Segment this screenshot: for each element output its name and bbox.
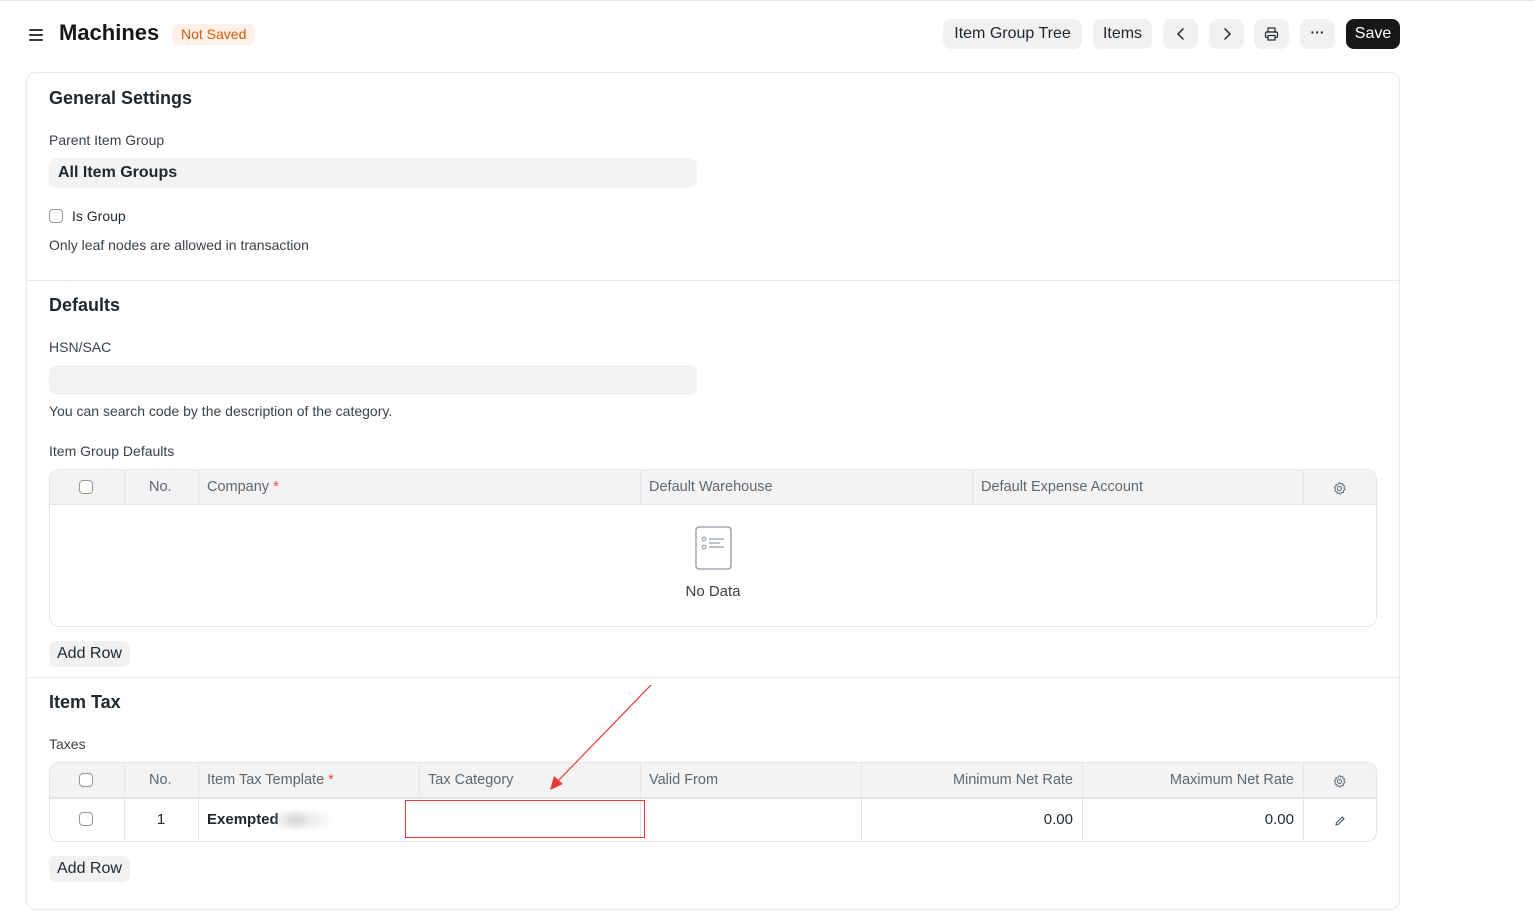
select-all-checkbox[interactable]: [79, 773, 93, 787]
column-header-default-warehouse: Default Warehouse: [649, 479, 773, 495]
hamburger-menu-icon[interactable]: [27, 26, 45, 42]
table-header: No. Item Tax Template * Tax Category Val…: [50, 763, 1376, 798]
chevron-left-icon: [1176, 28, 1184, 40]
column-header-company-label: Company: [207, 479, 270, 495]
valid-from-cell[interactable]: [649, 798, 859, 841]
next-record-button[interactable]: [1209, 19, 1244, 49]
minimum-net-rate-cell[interactable]: 0.00: [870, 798, 1073, 841]
is-group-label: Is Group: [72, 208, 126, 224]
taxes-table: No. Item Tax Template * Tax Category Val…: [49, 762, 1377, 842]
save-button[interactable]: Save: [1346, 19, 1400, 49]
section-title-defaults: Defaults: [49, 295, 121, 315]
column-divider: [124, 470, 125, 504]
item-group-defaults-table: No. Company * Default Warehouse Default …: [49, 469, 1377, 627]
column-header-item-tax-template: Item Tax Template *: [207, 763, 334, 797]
item-group-defaults-label: Item Group Defaults: [49, 443, 175, 459]
add-row-button-defaults[interactable]: Add Row: [49, 641, 130, 667]
hsn-sac-label: HSN/SAC: [49, 339, 112, 355]
section-title-general-settings: General Settings: [49, 88, 193, 108]
hsn-sac-help-text: You can search code by the description o…: [49, 403, 393, 419]
required-asterisk: *: [273, 479, 279, 495]
is-group-help-text: Only leaf nodes are allowed in transacti…: [49, 237, 309, 253]
gear-icon[interactable]: [1332, 481, 1347, 496]
column-header-no: No.: [149, 479, 172, 495]
is-group-checkbox[interactable]: [49, 209, 63, 223]
print-button[interactable]: [1254, 19, 1289, 49]
column-divider: [1082, 798, 1083, 841]
taxes-label: Taxes: [49, 736, 86, 752]
item-group-tree-button[interactable]: Item Group Tree: [943, 19, 1082, 49]
column-header-tax-category: Tax Category: [428, 772, 514, 788]
section-divider: [27, 280, 1399, 281]
item-tax-template-cell[interactable]: Exempted: [207, 798, 417, 841]
column-divider: [640, 470, 641, 504]
parent-item-group-input[interactable]: All Item Groups: [49, 158, 697, 188]
no-data-text: No Data: [685, 583, 741, 600]
row-select-checkbox[interactable]: [79, 812, 93, 826]
column-divider: [198, 470, 199, 504]
redacted-text: [274, 813, 335, 828]
maximum-net-rate-cell[interactable]: 0.00: [1091, 798, 1294, 841]
table-header: No. Company * Default Warehouse Default …: [50, 470, 1376, 505]
select-all-checkbox[interactable]: [79, 480, 93, 494]
column-divider: [198, 798, 199, 841]
parent-item-group-label: Parent Item Group: [49, 132, 165, 148]
column-divider: [640, 798, 641, 841]
tax-category-cell[interactable]: [428, 798, 638, 841]
section-divider: [27, 677, 1399, 678]
more-actions-button[interactable]: ···: [1300, 19, 1335, 49]
column-divider: [419, 763, 420, 797]
column-divider: [1082, 763, 1083, 797]
table-row[interactable]: 1 Exempted 0.00 0.00: [50, 798, 1376, 841]
gear-icon[interactable]: [1332, 774, 1347, 789]
edit-pencil-icon[interactable]: [1334, 815, 1346, 827]
hsn-sac-input[interactable]: [49, 365, 697, 395]
column-divider: [124, 763, 125, 797]
column-header-default-expense-account: Default Expense Account: [981, 479, 1144, 495]
column-header-item-tax-template-label: Item Tax Template: [207, 772, 325, 788]
row-number: 1: [156, 811, 166, 828]
column-divider: [1303, 470, 1304, 504]
page-title: Machines: [59, 20, 160, 45]
column-divider: [1303, 798, 1304, 841]
column-divider: [861, 763, 862, 797]
required-asterisk: *: [328, 772, 334, 788]
item-tax-template-value: Exempted: [207, 811, 279, 828]
column-divider: [972, 470, 973, 504]
section-title-item-tax: Item Tax: [49, 692, 121, 712]
add-row-button-taxes[interactable]: Add Row: [49, 856, 130, 882]
column-divider: [198, 763, 199, 797]
column-header-no: No.: [149, 772, 172, 788]
printer-icon: [1264, 27, 1279, 41]
column-divider: [640, 763, 641, 797]
row-divider: [50, 798, 1376, 799]
chevron-right-icon: [1223, 28, 1231, 40]
previous-record-button[interactable]: [1163, 19, 1198, 49]
page-header: Machines Not Saved Item Group Tree Items…: [0, 0, 1535, 70]
empty-list-icon: [695, 526, 732, 570]
status-badge: Not Saved: [172, 24, 256, 45]
column-header-minimum-net-rate: Minimum Net Rate: [952, 772, 1073, 788]
items-button[interactable]: Items: [1093, 19, 1152, 49]
column-header-maximum-net-rate: Maximum Net Rate: [1169, 772, 1294, 788]
column-header-valid-from: Valid From: [649, 772, 719, 788]
column-divider: [861, 798, 862, 841]
column-header-company: Company *: [207, 470, 279, 504]
column-divider: [1303, 763, 1304, 797]
